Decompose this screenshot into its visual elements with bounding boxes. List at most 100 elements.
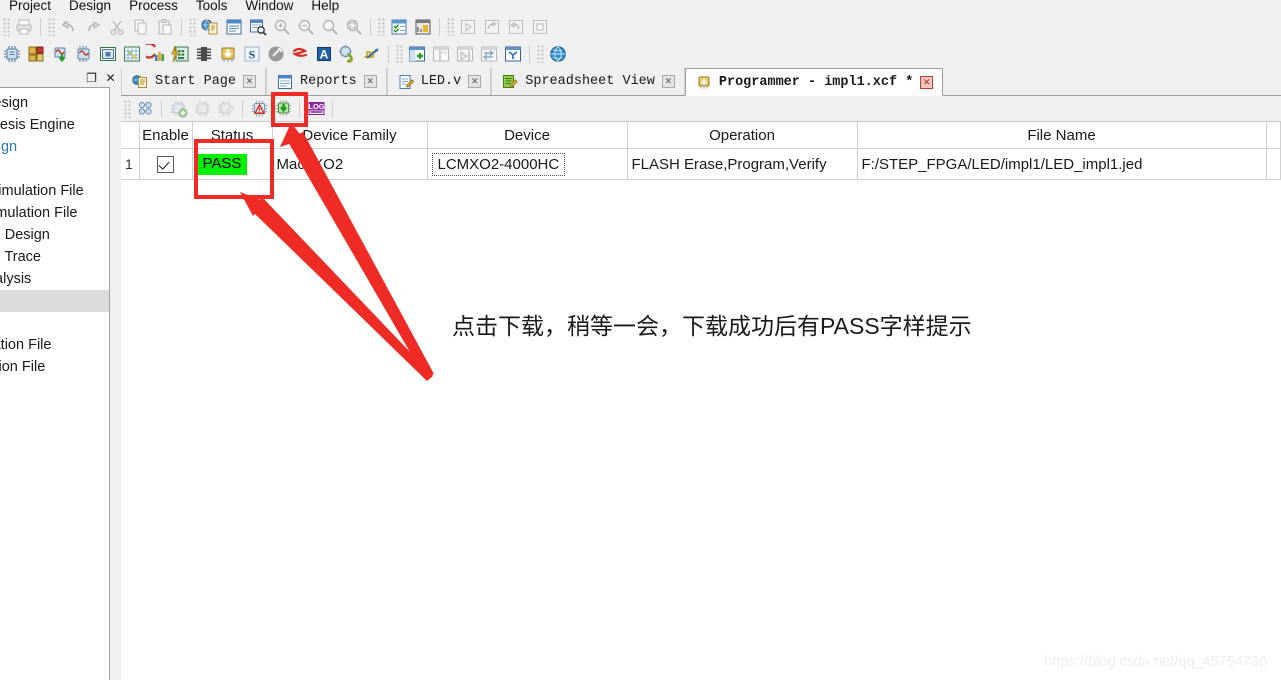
close-panel-icon[interactable]: ✕ [102,70,119,85]
package-view-icon[interactable] [120,43,144,65]
tree-item[interactable]: Map Trace [0,158,109,180]
toolbar-grip[interactable] [3,18,10,36]
close-icon[interactable]: ✕ [243,75,257,88]
find-icon[interactable] [246,16,270,38]
redo-icon[interactable] [81,16,105,38]
tree-item[interactable]: Place & Route Design [0,224,109,246]
panel-splitter[interactable] [110,87,121,680]
tools-wrench-icon[interactable] [264,43,288,65]
enable-checkbox[interactable] [157,155,174,173]
tree-item[interactable]: I/O Timing Analysis [0,268,109,290]
column-header-extra[interactable] [1266,122,1281,149]
chip-icon[interactable] [0,43,24,65]
remove-device-icon[interactable] [190,98,214,120]
zoom-out-icon[interactable] [294,16,318,38]
floorplan-icon[interactable] [96,43,120,65]
column-header-status[interactable]: Status [192,122,273,149]
program-download-icon[interactable] [271,98,295,120]
menu-item-project[interactable]: Project [0,0,60,14]
run-step-icon[interactable] [480,16,504,38]
toolbar-grip[interactable] [124,99,131,118]
operation-cell[interactable]: FLASH Erase,Program,Verify [627,148,858,180]
tree-item[interactable]: Map Verilog Simulation File [0,180,109,202]
reveal-icon[interactable] [288,43,312,65]
edit-device-icon[interactable] [214,98,238,120]
tab-start-page[interactable]: Start Page ✕ [121,68,267,95]
run-icon[interactable] [456,16,480,38]
close-icon[interactable]: ✕ [468,75,482,88]
report-icon[interactable] [222,16,246,38]
print-icon[interactable] [12,16,36,38]
checklist-icon[interactable] [387,16,411,38]
add-device-icon[interactable] [166,98,190,120]
power-calc-icon[interactable] [144,43,168,65]
paste-icon[interactable] [153,16,177,38]
scan-device-icon[interactable] [133,98,157,120]
close-icon[interactable]: ✕ [363,75,377,88]
menu-item-window[interactable]: Window [236,0,302,14]
tree-item[interactable]: Translate Design [0,136,109,158]
memory-icon[interactable] [192,43,216,65]
float-panel-icon[interactable]: ❐ [83,70,100,85]
close-icon[interactable]: ✕ [920,75,934,89]
tree-item[interactable]: VHDL Simulation File [0,356,109,378]
extra-cell[interactable] [1266,148,1281,180]
tree-item[interactable]: JEDEC File [0,400,109,422]
programmer-icon[interactable] [216,43,240,65]
toolbar-grip[interactable] [537,45,544,63]
menu-item-design[interactable]: Design [60,0,120,14]
tree-item[interactable]: Bitstream File [0,378,109,400]
waveform-icon[interactable] [360,43,384,65]
device-cell[interactable]: LCMXO2-4000HC [427,148,628,180]
toolbar-grip[interactable] [447,18,454,36]
toolbar-grip[interactable] [189,18,196,36]
tab-programmer[interactable]: Programmer - impl1.xcf * ✕ [684,68,944,96]
log-icon[interactable]: LOG [304,98,328,120]
fit-view-icon[interactable] [501,43,525,65]
blocks-icon[interactable] [24,43,48,65]
menu-item-process[interactable]: Process [120,0,187,14]
table-row[interactable]: 1 PASS MachXO2 LCMXO2-4000HC FLASH Erase… [121,148,1281,180]
eco-icon[interactable] [336,43,360,65]
close-icon[interactable]: ✕ [661,75,675,88]
tree-item[interactable]: Synplify Synthesis Engine [0,114,109,136]
tree-item[interactable]: IBIS Model [0,312,109,334]
verify-chain-icon[interactable] [247,98,271,120]
zoom-area-icon[interactable] [342,16,366,38]
file-name-cell[interactable]: F:/STEP_FPGA/LED/impl1/LED_impl1.jed [857,148,1267,180]
tree-item[interactable]: Map VHDL Simulation File [0,202,109,224]
synplify-icon[interactable]: S [240,43,264,65]
export-net-icon[interactable] [72,43,96,65]
new-file-icon[interactable] [198,16,222,38]
tree-item[interactable]: Export Files [0,290,109,312]
column-header-device[interactable]: Device [427,122,628,149]
rerun-icon[interactable] [504,16,528,38]
tree-item[interactable]: Verilog Simulation File [0,334,109,356]
cut-icon[interactable] [105,16,129,38]
import-net-icon[interactable] [48,43,72,65]
timing-calc-icon[interactable] [168,43,192,65]
menu-item-help[interactable]: Help [302,0,348,14]
column-header-operation[interactable]: Operation [627,122,858,149]
swap-view-icon[interactable] [477,43,501,65]
toolbar-grip[interactable] [396,45,403,63]
column-header-device-family[interactable]: Device Family [272,122,428,149]
attribute-icon[interactable]: A [312,43,336,65]
zoom-in-icon[interactable] [270,16,294,38]
copy-icon[interactable] [129,16,153,38]
menu-item-tools[interactable]: Tools [187,0,237,14]
tab-led-v[interactable]: LED.v ✕ [386,68,492,95]
tree-item[interactable]: Place & Route Trace [0,246,109,268]
column-header-file-name[interactable]: File Name [857,122,1267,149]
device-family-cell[interactable]: MachXO2 [272,148,428,180]
globe-icon[interactable] [546,43,570,65]
stop-icon[interactable] [528,16,552,38]
device-value[interactable]: LCMXO2-4000HC [431,152,566,176]
undo-icon[interactable] [57,16,81,38]
tab-spreadsheet-view[interactable]: Spreadsheet View ✕ [491,68,685,95]
tab-reports[interactable]: Reports ✕ [266,68,387,95]
split-view-icon[interactable] [429,43,453,65]
column-header-enable[interactable]: Enable [139,122,193,149]
chart-icon[interactable] [411,16,435,38]
zoom-fit-icon[interactable] [318,16,342,38]
